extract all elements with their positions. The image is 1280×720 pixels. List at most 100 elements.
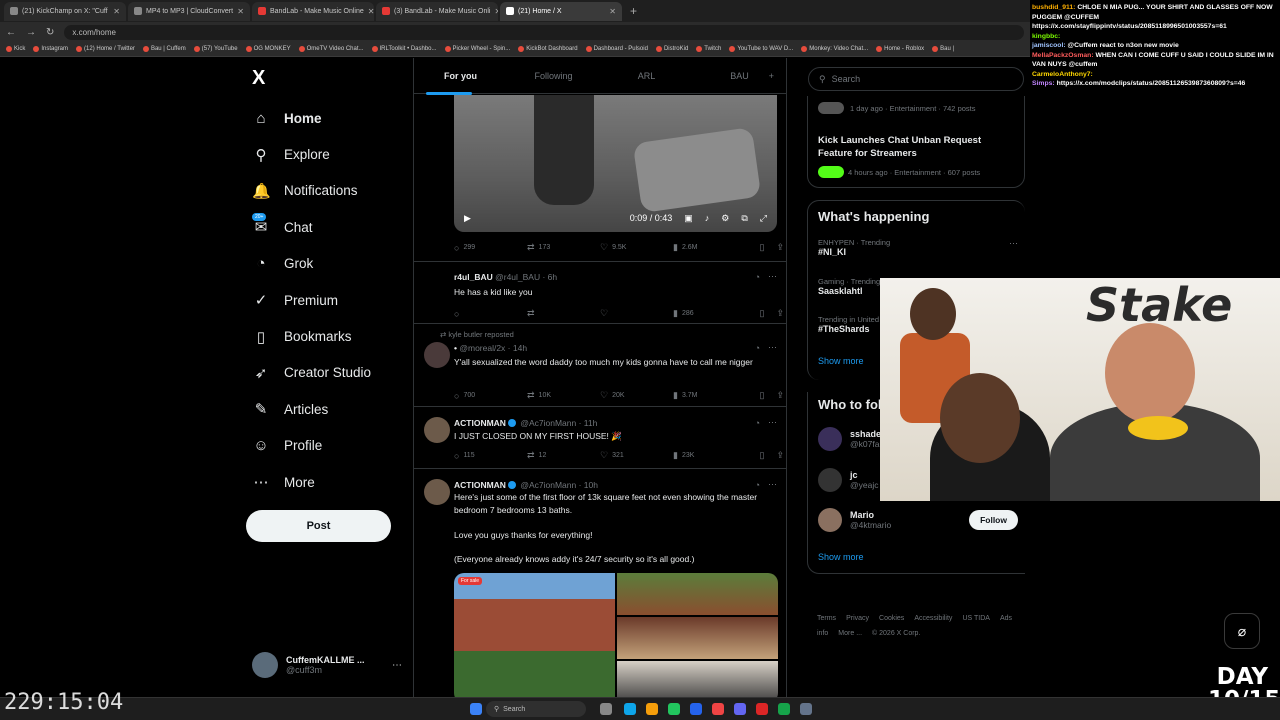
browser-tab[interactable]: BandLab - Make Music Online ✕ xyxy=(252,1,374,21)
grok-icon[interactable]: ◔ xyxy=(755,480,760,490)
more-icon[interactable]: ⋯ xyxy=(392,660,402,671)
nav-item-home[interactable]: ⌂ Home xyxy=(252,100,371,136)
grok-icon[interactable]: ◔ xyxy=(755,418,760,428)
tab-arl[interactable]: ARL xyxy=(600,71,693,81)
photo[interactable] xyxy=(617,573,778,615)
bookmark-item[interactable]: Home - Roblox xyxy=(876,46,924,52)
play-icon[interactable]: ▶ xyxy=(464,213,471,224)
more-icon[interactable]: ⋯ xyxy=(768,342,778,353)
reply-button[interactable]: ○ xyxy=(454,309,527,319)
nav-item-more[interactable]: ⋯ More xyxy=(252,464,371,500)
bookmark-item[interactable]: Picker Wheel - Spin... xyxy=(444,46,510,52)
bookmark-item[interactable]: Bau | xyxy=(932,46,954,52)
nav-item-notifications[interactable]: 🔔 Notifications xyxy=(252,173,371,209)
avatar[interactable] xyxy=(424,479,450,505)
bookmark-item[interactable]: Instagram xyxy=(33,46,68,52)
footer-link[interactable]: Terms xyxy=(817,615,836,622)
grok-icon[interactable]: ◔ xyxy=(755,272,760,282)
tweet-author[interactable]: ACTIONMAN xyxy=(454,418,506,428)
more-icon[interactable]: ⋯ xyxy=(768,479,778,490)
settings-icon[interactable] xyxy=(800,703,812,715)
task-view-icon[interactable] xyxy=(600,703,612,715)
tweet[interactable]: ACTIONMAN @Ac7ionMann · 11h ◔ ⋯ I JUST C… xyxy=(414,407,786,469)
add-tab-icon[interactable]: + xyxy=(769,71,774,81)
avatar[interactable] xyxy=(424,342,450,368)
bookmark-item[interactable]: KickBot Dashboard xyxy=(518,46,578,52)
app-icon[interactable] xyxy=(756,703,768,715)
tweet-author[interactable]: r4ul_BAU xyxy=(454,272,493,282)
new-tab-button[interactable]: + xyxy=(630,4,637,18)
browser-tab[interactable]: MP4 to MP3 | CloudConvert ✕ xyxy=(128,1,250,21)
bookmark-item[interactable]: DistroKid xyxy=(655,46,688,52)
close-icon[interactable]: ✕ xyxy=(609,7,616,16)
bookmark-item[interactable]: Monkey: Video Chat... xyxy=(801,46,868,52)
grok-icon[interactable]: ◔ xyxy=(755,343,760,353)
footer-link[interactable]: More ... xyxy=(838,630,862,637)
show-more-link[interactable]: Show more xyxy=(818,552,864,562)
like-button[interactable]: ♡ xyxy=(600,308,673,319)
close-icon[interactable]: ✕ xyxy=(113,7,120,16)
bookmark-item[interactable]: Kick xyxy=(6,46,25,52)
volume-icon[interactable]: ♪ xyxy=(705,213,710,223)
tab-for-you[interactable]: For you xyxy=(414,71,507,95)
taskbar-search[interactable]: ⚲ Search xyxy=(486,701,586,717)
browser-tab[interactable]: (3) BandLab - Make Music Onli ✕ xyxy=(376,1,498,21)
more-icon[interactable]: ⋯ xyxy=(768,417,778,428)
repost-button[interactable]: ⇄ 10K xyxy=(527,390,600,401)
footer-link[interactable]: US TIDA xyxy=(962,615,990,622)
share-icon[interactable]: ⇪ xyxy=(776,390,784,401)
views-button[interactable]: ▮ 2.6M xyxy=(673,242,746,253)
close-icon[interactable]: ✕ xyxy=(237,7,244,16)
avatar[interactable] xyxy=(424,417,450,443)
footer-link[interactable]: © 2026 X Corp. xyxy=(872,630,920,637)
more-icon[interactable]: ⋯ xyxy=(1009,238,1018,249)
bookmark-icon[interactable]: ▯ xyxy=(760,242,765,253)
fullscreen-icon[interactable]: ⤢ xyxy=(760,213,767,224)
nav-item-creator-studio[interactable]: ➶ Creator Studio xyxy=(252,355,371,391)
trend-item[interactable]: ENHYPEN · Trending #NI_KI ⋯ xyxy=(818,238,1018,257)
repost-button[interactable]: ⇄ xyxy=(527,308,600,319)
footer-link[interactable]: Cookies xyxy=(879,615,904,622)
bookmark-icon[interactable]: ▯ xyxy=(760,450,765,461)
show-more-link[interactable]: Show more xyxy=(818,356,864,366)
tweet-author[interactable]: ACTIONMAN xyxy=(454,480,506,490)
footer-link[interactable]: Accessibility xyxy=(914,615,952,622)
windows-start-icon[interactable] xyxy=(470,703,482,715)
more-icon[interactable]: ⋯ xyxy=(768,271,778,282)
bookmark-item[interactable]: Bau | Cuffem xyxy=(142,46,186,52)
app-icon[interactable] xyxy=(690,703,702,715)
footer-link[interactable]: Privacy xyxy=(846,615,869,622)
follow-button[interactable]: Follow xyxy=(969,510,1018,530)
bookmark-item[interactable]: (57) YouTube xyxy=(193,46,238,52)
share-icon[interactable]: ⇪ xyxy=(776,308,784,319)
forward-icon[interactable]: → xyxy=(26,27,36,38)
news-item[interactable]: 1 day ago · Entertainment · 742 posts xyxy=(818,102,976,114)
close-icon[interactable]: ✕ xyxy=(494,7,498,16)
share-icon[interactable]: ⇪ xyxy=(776,242,784,253)
bookmark-item[interactable]: YouTube to WAV D... xyxy=(729,46,793,52)
views-button[interactable]: ▮ 3.7M xyxy=(673,390,746,401)
news-item[interactable]: Kick Launches Chat Unban Request Feature… xyxy=(818,135,1018,178)
tab-following[interactable]: Following xyxy=(507,71,600,81)
reply-button[interactable]: ○ 700 xyxy=(454,391,527,401)
bookmark-item[interactable]: Twitch xyxy=(696,46,721,52)
reload-icon[interactable]: ↻ xyxy=(46,27,54,38)
nav-item-bookmarks[interactable]: ▯ Bookmarks xyxy=(252,318,371,354)
grok-floating-button[interactable]: ⌀ xyxy=(1224,613,1260,649)
bookmark-item[interactable]: IRLToolkit • Dashbo... xyxy=(371,46,437,52)
nav-item-premium[interactable]: ✓ Premium xyxy=(252,282,371,318)
chrome-icon[interactable] xyxy=(778,703,790,715)
discord-icon[interactable] xyxy=(734,703,746,715)
reply-button[interactable]: ○ 115 xyxy=(454,451,527,461)
browser-tab-active[interactable]: (21) Home / X ✕ xyxy=(500,1,622,21)
reply-button[interactable]: ○ 299 xyxy=(454,243,527,253)
tweet[interactable]: r4ul_BAU @r4ul_BAU · 6h ◔ ⋯ He has a kid… xyxy=(414,263,786,324)
nav-item-profile[interactable]: ☺ Profile xyxy=(252,428,371,464)
tweet-handle[interactable]: @Ac7ionMann · 11h xyxy=(520,418,597,428)
tweet-handle[interactable]: @moreal/2x · 14h xyxy=(459,343,527,353)
captions-icon[interactable]: ▣ xyxy=(684,213,693,224)
trend-item[interactable]: Gaming · Trending Saasklahtl xyxy=(818,277,880,296)
share-icon[interactable]: ⇪ xyxy=(776,450,784,461)
follow-suggestion[interactable]: Mario @4ktmario Follow xyxy=(818,508,1018,532)
tweet-handle[interactable]: @Ac7ionMann · 10h xyxy=(520,480,598,490)
